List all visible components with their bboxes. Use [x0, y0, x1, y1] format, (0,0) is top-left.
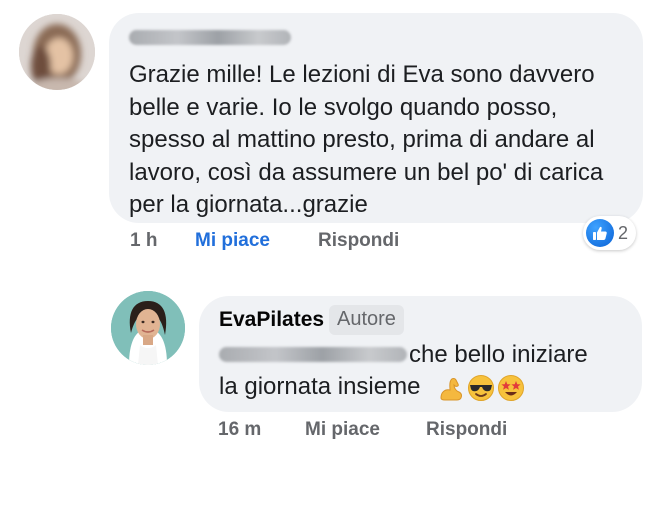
reply-author-name[interactable]: EvaPilates: [219, 308, 324, 332]
reaction-count: 2: [618, 222, 629, 243]
comment-timestamp[interactable]: 1 h: [130, 230, 157, 252]
reply-like-button[interactable]: Mi piace: [305, 419, 380, 441]
mention-blurred[interactable]: [219, 347, 407, 362]
reply-emojis: [437, 374, 525, 402]
reply-author-avatar[interactable]: [111, 291, 185, 365]
reply-reply-button[interactable]: Rispondi: [426, 419, 507, 441]
reply-timestamp[interactable]: 16 m: [218, 419, 261, 441]
author-badge: Autore: [329, 305, 404, 335]
reply-text-line1: che bello iniziare: [409, 341, 588, 368]
reply-bubble: EvaPilates Autore che bello iniziare la …: [199, 296, 642, 412]
like-thumb-icon: [586, 219, 614, 247]
star-struck-icon: [498, 375, 524, 401]
reaction-summary[interactable]: 2: [583, 216, 637, 250]
commenter-name-blurred[interactable]: [129, 30, 291, 45]
commenter-avatar[interactable]: [19, 14, 95, 90]
like-button[interactable]: Mi piace: [195, 230, 270, 252]
reply-text-line2: la giornata insieme: [219, 373, 421, 400]
reply-button[interactable]: Rispondi: [318, 230, 399, 252]
smiling-sunglasses-icon: [468, 375, 494, 401]
comment-text: Grazie mille! Le lezioni di Eva sono dav…: [129, 61, 604, 218]
flexed-biceps-icon: [440, 378, 462, 401]
comment-bubble: Grazie mille! Le lezioni di Eva sono dav…: [109, 13, 643, 223]
